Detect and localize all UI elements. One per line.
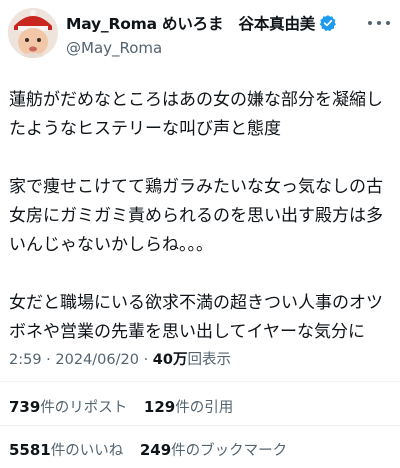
- meta-separator: ·: [138, 352, 153, 368]
- reposts-count: 739: [9, 398, 41, 416]
- reposts-label: 件のリポスト: [40, 400, 128, 416]
- stats-row-reposts: 739件のリポスト 129件の引用: [9, 396, 245, 417]
- tweet-time[interactable]: 2:59: [9, 352, 42, 368]
- tweet-date[interactable]: 2024/06/20: [55, 352, 139, 368]
- tweet-paragraph-1: 蓮舫がだめなところはあの女の嫌な部分を凝縮し たようなヒステリーな叫び声と態度: [9, 90, 383, 139]
- tweet-text: 蓮舫がだめなところはあの女の嫌な部分を凝縮し たようなヒステリーな叫び声と態度 …: [9, 86, 394, 376]
- avatar-image: [8, 8, 58, 58]
- bookmarks-count: 249: [139, 441, 172, 459]
- likes-label: 件のいいね: [50, 443, 124, 459]
- divider: [0, 425, 400, 426]
- tweet-paragraph-2: 家で痩せこけてて鶏ガラみたいな女っ気なしの古 女房にガミガミ責められるのを思い出…: [9, 177, 383, 255]
- more-dot: [368, 21, 372, 25]
- views-count: 40万: [152, 352, 188, 368]
- display-name-row[interactable]: May_Roma めいろま 谷本真由美: [66, 12, 337, 34]
- tweet-paragraph-3: 女だと職場にいる欲求不満の超きつい人事のオツ ボネや営業の先輩を思い出してイヤー…: [9, 293, 383, 342]
- more-dot: [386, 21, 390, 25]
- verified-badge-icon: [319, 14, 337, 32]
- quotes-stat[interactable]: 129件の引用: [143, 398, 234, 416]
- user-handle[interactable]: @May_Roma: [66, 39, 162, 57]
- bookmarks-stat[interactable]: 249件のブックマーク: [139, 441, 288, 459]
- bookmarks-label: 件のブックマーク: [171, 443, 288, 459]
- avatar[interactable]: [8, 8, 58, 58]
- more-options-icon[interactable]: [368, 16, 390, 30]
- display-name[interactable]: May_Roma めいろま 谷本真由美: [66, 12, 315, 34]
- meta-separator: ·: [41, 352, 56, 368]
- more-dot: [377, 21, 381, 25]
- quotes-label: 件の引用: [175, 400, 234, 416]
- likes-count: 5581: [9, 441, 51, 459]
- divider: [0, 381, 400, 382]
- stats-row-likes: 5581件のいいね 249件のブックマーク: [9, 439, 299, 460]
- views-label: 回表示: [187, 352, 231, 368]
- quotes-count: 129: [143, 398, 176, 416]
- tweet-meta: 2:59 · 2024/06/20 · 40万回表示: [9, 348, 231, 369]
- reposts-stat[interactable]: 739件のリポスト: [9, 398, 128, 416]
- likes-stat[interactable]: 5581件のいいね: [9, 441, 124, 459]
